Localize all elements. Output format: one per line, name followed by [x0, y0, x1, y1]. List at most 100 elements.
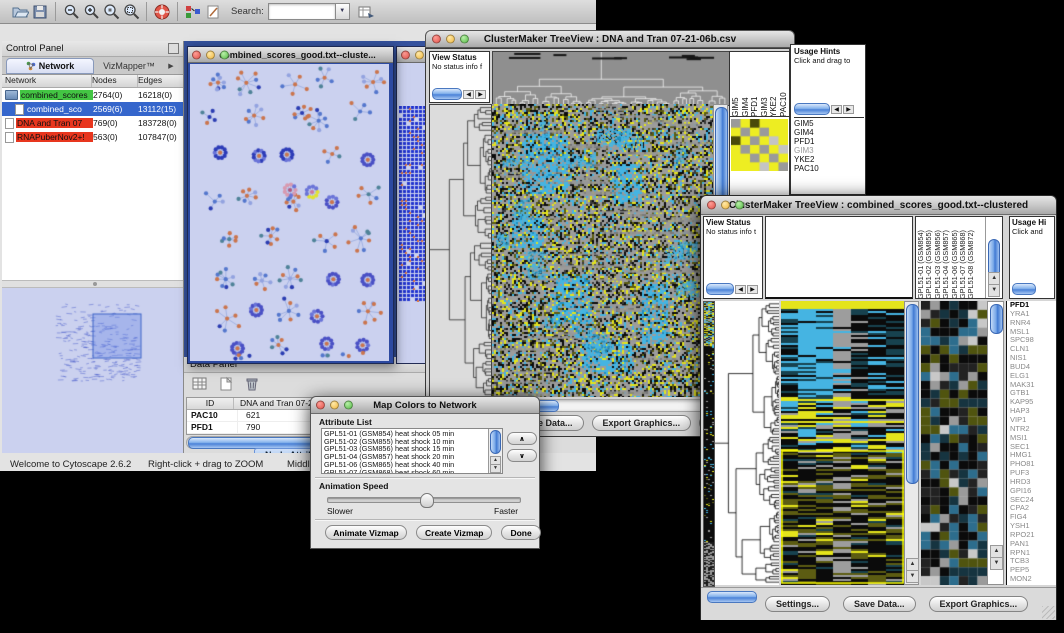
treeview1-right-panel: Usage Hints Click and drag to ◀ ▶ GIM5GI…: [790, 44, 866, 195]
panel-splitter[interactable]: [2, 280, 183, 288]
close-button[interactable]: [401, 50, 410, 59]
animate-vizmap-button[interactable]: Animate Vizmap: [325, 525, 407, 540]
scroll-right-icon[interactable]: ▶: [747, 285, 758, 294]
tab-network[interactable]: Network: [6, 58, 94, 74]
zoom-in-icon[interactable]: [81, 2, 101, 22]
done-button[interactable]: Done: [501, 525, 540, 540]
search-input[interactable]: [268, 3, 336, 20]
network-list-row[interactable]: combined_sco2569(6)13112(15): [2, 102, 183, 116]
create-vizmap-button[interactable]: Create Vizmap: [416, 525, 492, 540]
zoom-button[interactable]: [735, 201, 744, 210]
zoom-slider[interactable]: [707, 591, 757, 603]
zoom-slider[interactable]: [432, 88, 462, 100]
network-list-row[interactable]: DNA and Tran 07769(0)183728(0): [2, 116, 183, 130]
minimize-button[interactable]: [206, 50, 215, 59]
scroll-down-icon[interactable]: ▼: [906, 570, 919, 583]
network-table-body: combined_scores2764(0)16218(0)combined_s…: [2, 88, 183, 280]
network-view-canvas[interactable]: [190, 64, 389, 361]
minimize-button[interactable]: [415, 50, 424, 59]
treeview1-heatmap[interactable]: [492, 104, 713, 397]
zoom-button[interactable]: [460, 35, 469, 44]
file-icon: [5, 118, 14, 129]
save-icon[interactable]: [30, 2, 50, 22]
network-overview-canvas[interactable]: [7, 294, 177, 388]
treeview1-column-dendrogram[interactable]: [492, 51, 730, 106]
treeview2-column-tree-area: [765, 216, 913, 299]
help-lifering-icon[interactable]: [152, 2, 172, 22]
attribute-list-item[interactable]: GPL51-03 (GSM856) heat shock 15 min: [324, 445, 502, 453]
col-header-network[interactable]: Network: [2, 75, 92, 87]
resize-grip[interactable]: [1042, 606, 1055, 619]
tab-vizmapper[interactable]: VizMapper™: [94, 57, 164, 74]
treeview2-global-strip[interactable]: [703, 301, 715, 587]
minimize-button[interactable]: [446, 35, 455, 44]
treeview1-zoom-heatmap[interactable]: [731, 119, 788, 171]
zoom-button[interactable]: [220, 50, 229, 59]
treeview1-titlebar[interactable]: ClusterMaker TreeView : DNA and Tran 07-…: [425, 30, 795, 48]
close-button[interactable]: [432, 35, 441, 44]
scroll-left-icon[interactable]: ◀: [831, 105, 842, 114]
open-file-icon[interactable]: [10, 2, 30, 22]
close-button[interactable]: [707, 201, 716, 210]
scroll-right-icon[interactable]: ▶: [843, 105, 854, 114]
attribute-list-item[interactable]: GPL51-06 (GSM865) heat shock 40 min: [324, 461, 502, 469]
search-dropdown-button[interactable]: ▼: [336, 3, 350, 20]
treeview2-pixel-view[interactable]: [921, 301, 987, 585]
col-header-edges[interactable]: Edges: [138, 75, 183, 87]
attribute-list-item[interactable]: GPL51-01 (GSM854) heat shock 05 min: [324, 430, 502, 438]
zoom-slider[interactable]: [1012, 283, 1036, 295]
treeview2-titlebar[interactable]: ClusterMaker TreeView : combined_scores_…: [701, 196, 1056, 215]
settings-button[interactable]: Settings...: [765, 596, 830, 612]
treeview2-pixel-vscrollbar[interactable]: ▲ ▼: [987, 301, 1004, 585]
minimize-button[interactable]: [721, 201, 730, 210]
move-up-button[interactable]: ∧: [507, 432, 537, 445]
treeview2-label-vscrollbar[interactable]: ▲ ▼: [985, 217, 1002, 298]
move-down-button[interactable]: ∨: [507, 449, 537, 462]
zoom-slider[interactable]: [794, 103, 830, 115]
scroll-down-icon[interactable]: ▼: [990, 557, 1003, 570]
close-button[interactable]: [192, 50, 201, 59]
listbox-vscrollbar[interactable]: ▲ ▼: [488, 429, 502, 473]
close-button[interactable]: [316, 401, 325, 410]
annotation-icon[interactable]: [203, 2, 223, 22]
scroll-down-icon[interactable]: ▼: [988, 284, 1000, 297]
data-col-id[interactable]: ID: [187, 398, 234, 409]
float-panel-icon[interactable]: [168, 43, 179, 54]
new-attribute-icon[interactable]: [216, 374, 236, 394]
array-label: GPL51-04 (GSM857): [942, 218, 950, 299]
scroll-left-icon[interactable]: ◀: [463, 90, 474, 99]
treeview2-heatmap[interactable]: [781, 301, 904, 585]
zoom-out-icon[interactable]: [61, 2, 81, 22]
import-table-icon[interactable]: [356, 2, 376, 22]
scroll-left-icon[interactable]: ◀: [735, 285, 746, 294]
zoom-selected-icon[interactable]: [101, 2, 121, 22]
treeview2-row-dendrogram[interactable]: [715, 301, 779, 585]
export-graphics-button[interactable]: Export Graphics...: [929, 596, 1029, 612]
export-graphics-button[interactable]: Export Graphics...: [592, 415, 692, 431]
attribute-list-item[interactable]: GPL51-02 (GSM855) heat shock 10 min: [324, 438, 502, 446]
network-list-row[interactable]: RNAPuberNov2+!563(0)107847(0): [2, 130, 183, 144]
treeview2-vscrollbar[interactable]: ▲ ▼: [904, 301, 919, 585]
animation-speed-slider[interactable]: [327, 497, 521, 503]
dialog-titlebar[interactable]: Map Colors to Network: [311, 397, 539, 414]
minimize-button[interactable]: [330, 401, 339, 410]
scroll-down-icon[interactable]: ▼: [490, 464, 501, 473]
scroll-right-icon[interactable]: ▶: [475, 90, 486, 99]
tab-overflow-arrow[interactable]: ▶: [164, 57, 178, 74]
zoom-button[interactable]: [344, 401, 353, 410]
save-data-button[interactable]: Save Data...: [843, 596, 916, 612]
network-overview-panel[interactable]: [2, 288, 183, 457]
attribute-list-item[interactable]: GPL51-07 (GSM868) heat shock 60 min: [324, 469, 502, 474]
treeview1-row-dendrogram[interactable]: [429, 104, 492, 399]
attribute-list-item[interactable]: GPL51-04 (GSM857) heat shock 20 min: [324, 453, 502, 461]
zoom-fit-icon[interactable]: [121, 2, 141, 22]
zoom-slider[interactable]: [706, 283, 734, 295]
vizmapper-icon[interactable]: [183, 2, 203, 22]
view-status-title: View Status: [704, 217, 762, 227]
attribute-table-icon[interactable]: [190, 374, 210, 394]
col-header-nodes[interactable]: Nodes: [92, 75, 138, 87]
delete-attribute-icon[interactable]: [242, 374, 262, 394]
slider-thumb[interactable]: [420, 493, 434, 508]
attribute-listbox[interactable]: GPL51-01 (GSM854) heat shock 05 minGPL51…: [321, 428, 503, 474]
network-list-row[interactable]: combined_scores2764(0)16218(0): [2, 88, 183, 102]
